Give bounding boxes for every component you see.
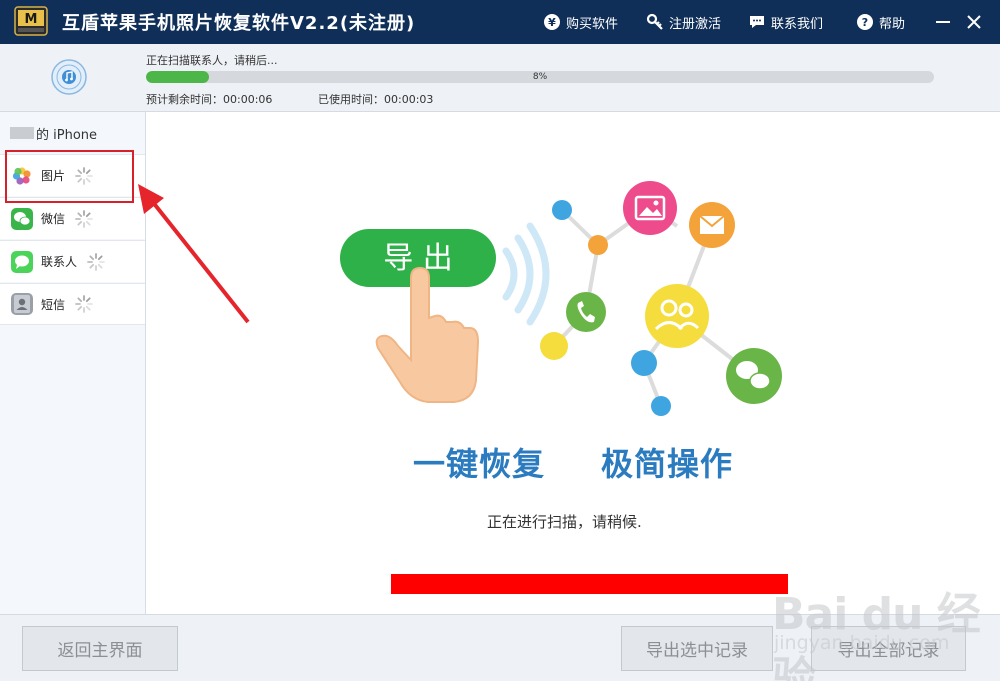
- sidebar-item-label: 联系人: [41, 255, 78, 269]
- svg-text:?: ?: [862, 16, 868, 29]
- mail-node-icon: [689, 202, 735, 248]
- wechat-icon: [11, 207, 33, 230]
- loading-spinner-icon: [87, 252, 105, 271]
- sidebar-item-label: 短信: [41, 297, 66, 312]
- chat-bubble-icon: [750, 16, 764, 28]
- buy-software-button[interactable]: ¥ 购买软件: [543, 11, 618, 33]
- app-window: M 互盾苹果手机照片恢复软件V2.2(未注册) ¥ 购买软件 注册激活 联系我们…: [0, 0, 1000, 681]
- device-name-label: 的 iPhone: [36, 127, 98, 143]
- progress-bar: 8%: [146, 71, 934, 83]
- svg-text:M: M: [25, 12, 38, 27]
- loading-spinner-icon: [75, 295, 93, 313]
- contacts-icon: [11, 293, 33, 315]
- progress-percent: 8%: [532, 72, 548, 82]
- export-selected-button[interactable]: 导出选中记录: [621, 626, 773, 671]
- contact-us-button[interactable]: 联系我们: [748, 11, 823, 33]
- app-logo-icon: M: [14, 6, 48, 36]
- help-label: 帮助: [879, 16, 906, 32]
- question-icon: ?: [857, 14, 873, 30]
- redaction-bar: [391, 574, 788, 594]
- time-used: 已使用时间：00:00:03: [318, 93, 434, 106]
- phone-node-icon: [566, 292, 606, 332]
- close-icon[interactable]: [964, 12, 984, 32]
- itunes-icon: [51, 59, 87, 95]
- svg-text:¥: ¥: [548, 16, 556, 29]
- sidebar-item-wechat[interactable]: 微信: [0, 197, 145, 239]
- scan-status-text: 正在扫描联系人，请稍后...: [146, 54, 278, 67]
- wechat-node-icon: [726, 348, 782, 404]
- contact-us-label: 联系我们: [771, 16, 824, 32]
- slogan-simple-operation: 极简操作: [601, 445, 734, 483]
- slogan-one-click-restore: 一键恢复: [413, 445, 546, 483]
- yen-icon: ¥: [544, 14, 560, 30]
- bottom-toolbar: 返回主界面 导出选中记录 导出全部记录: [0, 614, 1000, 681]
- minimize-icon[interactable]: [934, 12, 952, 32]
- main-content: 导 出 一键恢复 极简操作 正在进行扫描，请稍候.: [146, 112, 1000, 614]
- export-all-button[interactable]: 导出全部记录: [811, 626, 966, 671]
- annotation-arrow-icon: [138, 184, 250, 324]
- app-title: 互盾苹果手机照片恢复软件V2.2(未注册): [62, 13, 416, 34]
- device-name: 的 iPhone: [0, 112, 145, 154]
- annotation-highlight-box: [5, 150, 134, 203]
- scan-progress-panel: 正在扫描联系人，请稍后... 8% 预计剩余时间：00:00:06 已使用时间：…: [0, 44, 1000, 112]
- register-activate-label: 注册激活: [669, 16, 722, 32]
- export-illustration: 导 出: [340, 181, 782, 416]
- pointing-hand-icon: [375, 266, 480, 403]
- key-icon: [646, 13, 663, 30]
- register-activate-button[interactable]: 注册激活: [646, 11, 721, 33]
- title-bar: M 互盾苹果手机照片恢复软件V2.2(未注册) ¥ 购买软件 注册激活 联系我们…: [0, 0, 1000, 44]
- buy-software-label: 购买软件: [566, 16, 619, 32]
- gallery-node-icon: [623, 181, 677, 235]
- sidebar-item-contacts[interactable]: 联系人: [0, 240, 145, 282]
- loading-spinner-icon: [75, 209, 93, 228]
- scan-message: 正在进行扫描，请稍候.: [487, 513, 642, 531]
- sidebar-item-label: 微信: [41, 212, 66, 226]
- sidebar-item-sms[interactable]: 短信: [0, 283, 145, 325]
- redacted-device-owner: [10, 127, 34, 139]
- contacts-node-icon: [645, 284, 709, 348]
- time-remaining: 预计剩余时间：00:00:06: [146, 93, 273, 106]
- messages-icon: [11, 250, 33, 273]
- signal-waves-icon: [502, 222, 550, 326]
- back-to-home-button[interactable]: 返回主界面: [22, 626, 178, 671]
- help-button[interactable]: ? 帮助: [856, 11, 905, 33]
